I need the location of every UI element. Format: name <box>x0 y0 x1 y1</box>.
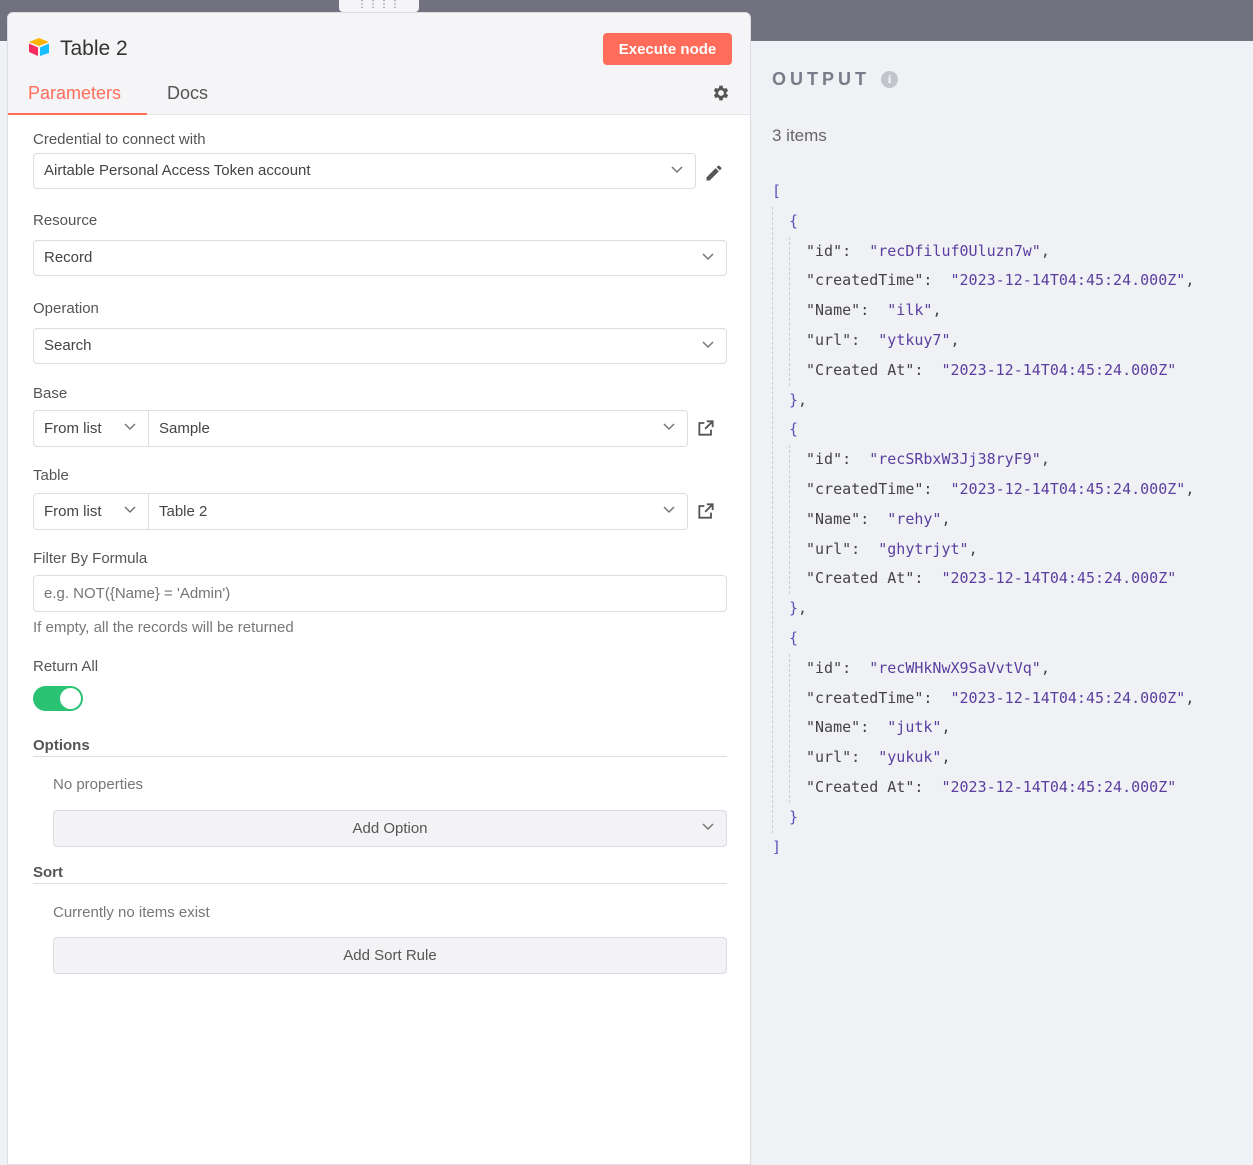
chevron-down-icon <box>124 423 136 431</box>
json-field: "Created At": "2023-12-14T04:45:24.000Z" <box>806 360 1177 379</box>
json-field: "Created At": "2023-12-14T04:45:24.000Z" <box>806 569 1177 588</box>
return-all-label: Return All <box>33 658 99 675</box>
options-title: Options <box>33 737 90 754</box>
table-label: Table <box>33 467 69 484</box>
node-title[interactable]: Table 2 <box>60 37 128 61</box>
external-link-icon[interactable] <box>696 418 716 438</box>
json-field: "id": "recDfiluf0Uluzn7w", <box>806 241 1050 260</box>
json-field: "Created At": "2023-12-14T04:45:24.000Z" <box>806 777 1177 796</box>
chevron-down-icon[interactable] <box>663 423 675 431</box>
output-pane: OUTPUT i 3 items [ { "id": "recDfiluf0Uluz… <box>751 41 1253 1165</box>
json-field: "Name": "ilk", <box>806 301 942 320</box>
add-sort-rule-button[interactable]: Add Sort Rule <box>53 937 727 974</box>
base-selector: From list Sample <box>33 410 688 447</box>
table-mode-select[interactable]: From list <box>34 494 149 529</box>
json-field: "Name": "jutk", <box>806 718 951 737</box>
execute-node-button[interactable]: Execute node <box>603 33 732 65</box>
resource-label: Resource <box>33 212 98 229</box>
chevron-down-icon <box>671 166 683 174</box>
json-array-open: [ <box>772 182 782 200</box>
base-value[interactable]: Sample <box>159 411 210 446</box>
gear-icon[interactable] <box>711 83 731 103</box>
chevron-down-icon <box>702 341 714 349</box>
active-tab-indicator <box>8 113 147 115</box>
json-object-fields: "id": "recDfiluf0Uluzn7w", "createdTime":… <box>789 236 1195 386</box>
json-object-fields: "id": "recSRbxW3Jj38ryF9", "createdTime":… <box>789 445 1195 595</box>
json-array-body: { "id": "recDfiluf0Uluzn7w", "createdTime"… <box>772 206 1195 833</box>
json-object-close: }, <box>789 390 808 409</box>
json-field: "id": "recSRbxW3Jj38ryF9", <box>806 450 1050 469</box>
panel-header: Table 2 Execute node Parameters Docs <box>8 13 750 115</box>
base-mode-select[interactable]: From list <box>34 411 149 446</box>
chevron-down-icon <box>702 823 714 831</box>
table-selector: From list Table 2 <box>33 493 688 530</box>
add-option-button[interactable]: Add Option <box>53 810 727 847</box>
json-field: "createdTime": "2023-12-14T04:45:24.000Z… <box>806 271 1195 290</box>
credential-select[interactable]: Airtable Personal Access Token account <box>33 153 696 189</box>
json-object-open: { <box>789 211 799 230</box>
chevron-down-icon[interactable] <box>663 506 675 514</box>
operation-select[interactable]: Search <box>33 328 727 364</box>
output-title: OUTPUT i <box>772 69 898 90</box>
drag-handle-icon[interactable]: ⋮⋮⋮⋮ <box>339 0 419 12</box>
tab-docs[interactable]: Docs <box>167 83 208 104</box>
base-label: Base <box>33 385 68 402</box>
sort-title: Sort <box>33 864 63 881</box>
info-icon[interactable]: i <box>881 71 898 88</box>
json-object-close: }, <box>789 599 808 618</box>
sort-divider <box>33 883 727 884</box>
external-link-icon[interactable] <box>696 501 716 521</box>
json-field: "Name": "rehy", <box>806 509 951 528</box>
json-field: "url": "ghytrjyt", <box>806 539 978 558</box>
json-object-open: { <box>789 420 799 439</box>
tab-parameters[interactable]: Parameters <box>28 83 121 104</box>
json-field: "url": "yukuk", <box>806 748 951 767</box>
json-object-fields: "id": "recWHkNwX9SaVvtVq", "createdTime":… <box>789 653 1195 803</box>
filter-formula-input[interactable] <box>33 575 727 612</box>
json-object-open: { <box>789 628 799 647</box>
return-all-toggle[interactable] <box>33 686 83 711</box>
filter-label: Filter By Formula <box>33 550 148 567</box>
node-settings-panel: Table 2 Execute node Parameters Docs Cre… <box>7 12 751 1165</box>
credential-label: Credential to connect with <box>33 131 206 148</box>
json-field: "id": "recWHkNwX9SaVvtVq", <box>806 658 1050 677</box>
json-field: "url": "ytkuy7", <box>806 330 960 349</box>
table-value[interactable]: Table 2 <box>159 494 207 529</box>
json-array-close: ] <box>772 837 782 856</box>
sort-empty-text: Currently no items exist <box>53 904 210 921</box>
output-count: 3 items <box>772 126 827 145</box>
resource-select[interactable]: Record <box>33 240 727 276</box>
json-viewer: [ { "id": "recDfiluf0Uluzn7w", "createdTime… <box>772 177 1194 862</box>
chevron-down-icon <box>124 506 136 514</box>
chevron-down-icon <box>702 253 714 261</box>
json-object-close: } <box>789 807 799 826</box>
options-divider <box>33 756 727 757</box>
filter-hint: If empty, all the records will be return… <box>33 619 294 636</box>
json-field: "createdTime": "2023-12-14T04:45:24.000Z… <box>806 688 1195 707</box>
operation-label: Operation <box>33 300 99 317</box>
json-field: "createdTime": "2023-12-14T04:45:24.000Z… <box>806 479 1195 498</box>
airtable-logo-icon <box>29 38 49 56</box>
options-empty-text: No properties <box>53 776 144 793</box>
pencil-icon[interactable] <box>704 163 724 183</box>
